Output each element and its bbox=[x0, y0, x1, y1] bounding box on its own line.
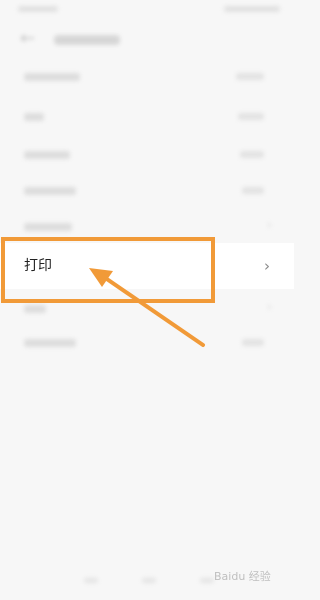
settings-row-value bbox=[242, 339, 264, 346]
settings-row-value bbox=[236, 73, 264, 80]
settings-row[interactable] bbox=[0, 136, 294, 174]
page-title bbox=[54, 35, 120, 45]
settings-row[interactable] bbox=[0, 324, 294, 362]
header: ← bbox=[0, 22, 294, 58]
status-bar bbox=[0, 0, 294, 20]
status-bar-icons bbox=[224, 6, 280, 12]
settings-row-label bbox=[24, 151, 70, 159]
screen: ← › › 打印 › Baidu 经验 bbox=[0, 0, 294, 600]
settings-row[interactable]: › bbox=[0, 208, 294, 246]
settings-row[interactable] bbox=[0, 58, 294, 96]
nav-item[interactable] bbox=[142, 578, 156, 583]
settings-row-label bbox=[24, 187, 76, 195]
nav-item[interactable] bbox=[84, 578, 98, 583]
watermark: Baidu 经验 bbox=[214, 568, 271, 584]
settings-row-value bbox=[242, 187, 264, 194]
settings-row-value bbox=[238, 113, 264, 120]
print-settings-row[interactable]: 打印 › bbox=[0, 243, 294, 289]
nav-item[interactable] bbox=[200, 578, 214, 583]
back-arrow-icon[interactable]: ← bbox=[20, 30, 35, 48]
settings-row-label bbox=[24, 223, 72, 231]
chevron-right-icon: › bbox=[264, 257, 270, 275]
settings-row[interactable] bbox=[0, 98, 294, 136]
settings-row[interactable] bbox=[0, 172, 294, 210]
print-label: 打印 bbox=[24, 258, 52, 274]
settings-row[interactable]: › bbox=[0, 290, 294, 328]
settings-row-label bbox=[24, 305, 46, 313]
chevron-right-icon: › bbox=[266, 218, 272, 233]
status-bar-time bbox=[18, 6, 58, 12]
watermark-text: Baidu 经验 bbox=[214, 570, 271, 583]
chevron-right-icon: › bbox=[266, 300, 272, 315]
settings-row-label bbox=[24, 339, 76, 347]
settings-row-label bbox=[24, 73, 80, 81]
settings-row-value bbox=[240, 151, 264, 158]
settings-row-label bbox=[24, 113, 44, 121]
